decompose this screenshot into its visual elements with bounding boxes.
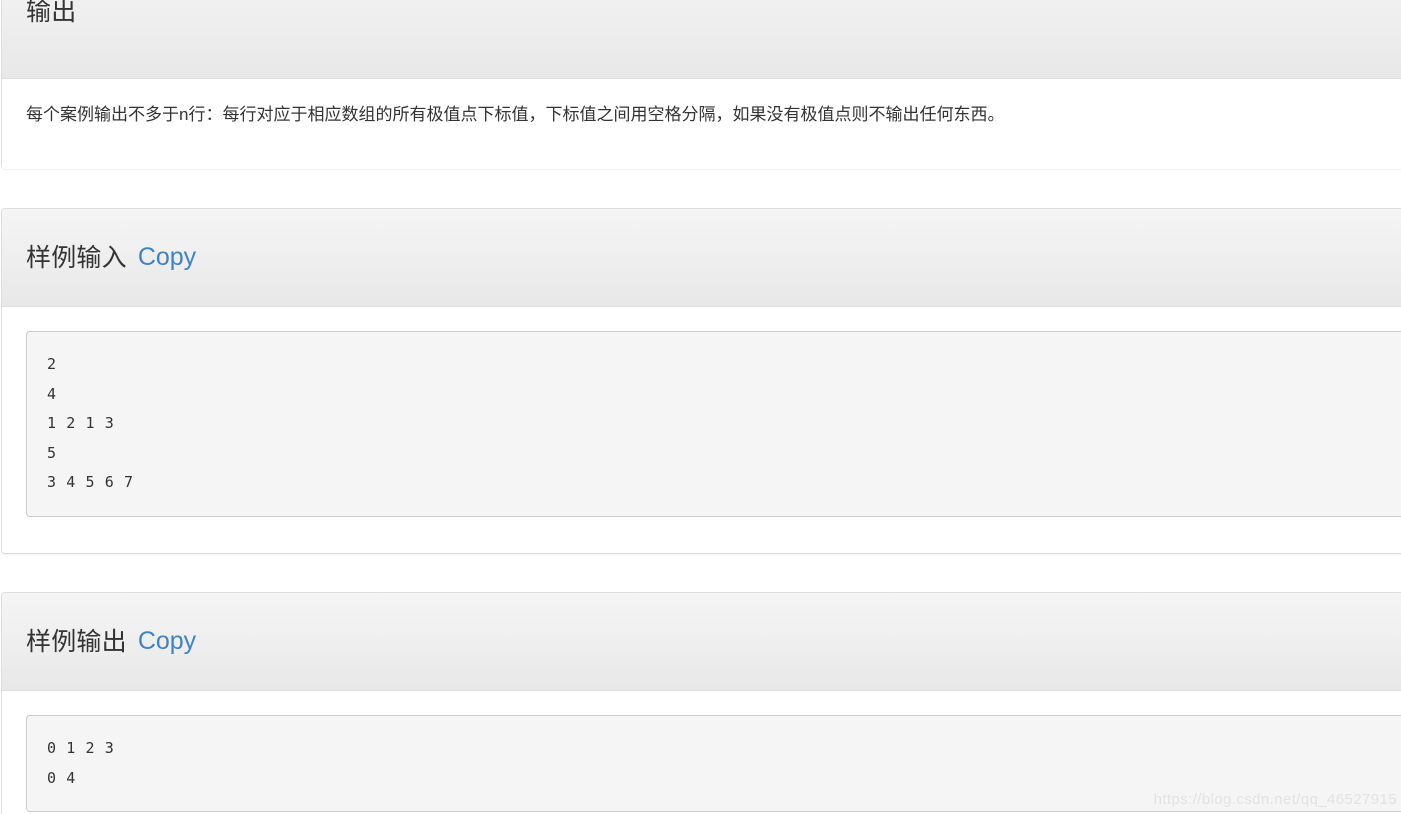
copy-sample-input-button[interactable]: Copy xyxy=(138,243,196,272)
panel-sample-input-heading: 样例输入 Copy xyxy=(2,209,1401,307)
copy-sample-output-button[interactable]: Copy xyxy=(138,627,196,656)
sample-input-title: 样例输入 xyxy=(26,243,127,272)
panel-sample-input: 样例输入 Copy 2 4 1 2 1 3 5 3 4 5 6 7 xyxy=(1,208,1401,554)
panel-sample-output: 样例输出 Copy 0 1 2 3 0 4 xyxy=(1,592,1401,814)
panel-output-body: 每个案例输出不多于n行：每行对应于相应数组的所有极值点下标值，下标值之间用空格分… xyxy=(2,79,1401,169)
page-title: 输出 xyxy=(26,0,77,26)
sample-output-title: 样例输出 xyxy=(26,627,127,656)
panel-output: 输出 每个案例输出不多于n行：每行对应于相应数组的所有极值点下标值，下标值之间用… xyxy=(1,0,1401,169)
panel-sample-input-body: 2 4 1 2 1 3 5 3 4 5 6 7 xyxy=(2,307,1401,553)
sample-output-code[interactable]: 0 1 2 3 0 4 xyxy=(26,715,1401,812)
problem-statement-page: 输出 每个案例输出不多于n行：每行对应于相应数组的所有极值点下标值，下标值之间用… xyxy=(0,0,1401,814)
output-description-text: 每个案例输出不多于n行：每行对应于相应数组的所有极值点下标值，下标值之间用空格分… xyxy=(26,105,1005,124)
panel-sample-output-body: 0 1 2 3 0 4 xyxy=(2,691,1401,814)
sample-input-code[interactable]: 2 4 1 2 1 3 5 3 4 5 6 7 xyxy=(26,331,1401,517)
panel-sample-output-heading: 样例输出 Copy xyxy=(2,593,1401,691)
panel-output-heading: 输出 xyxy=(2,0,1401,79)
